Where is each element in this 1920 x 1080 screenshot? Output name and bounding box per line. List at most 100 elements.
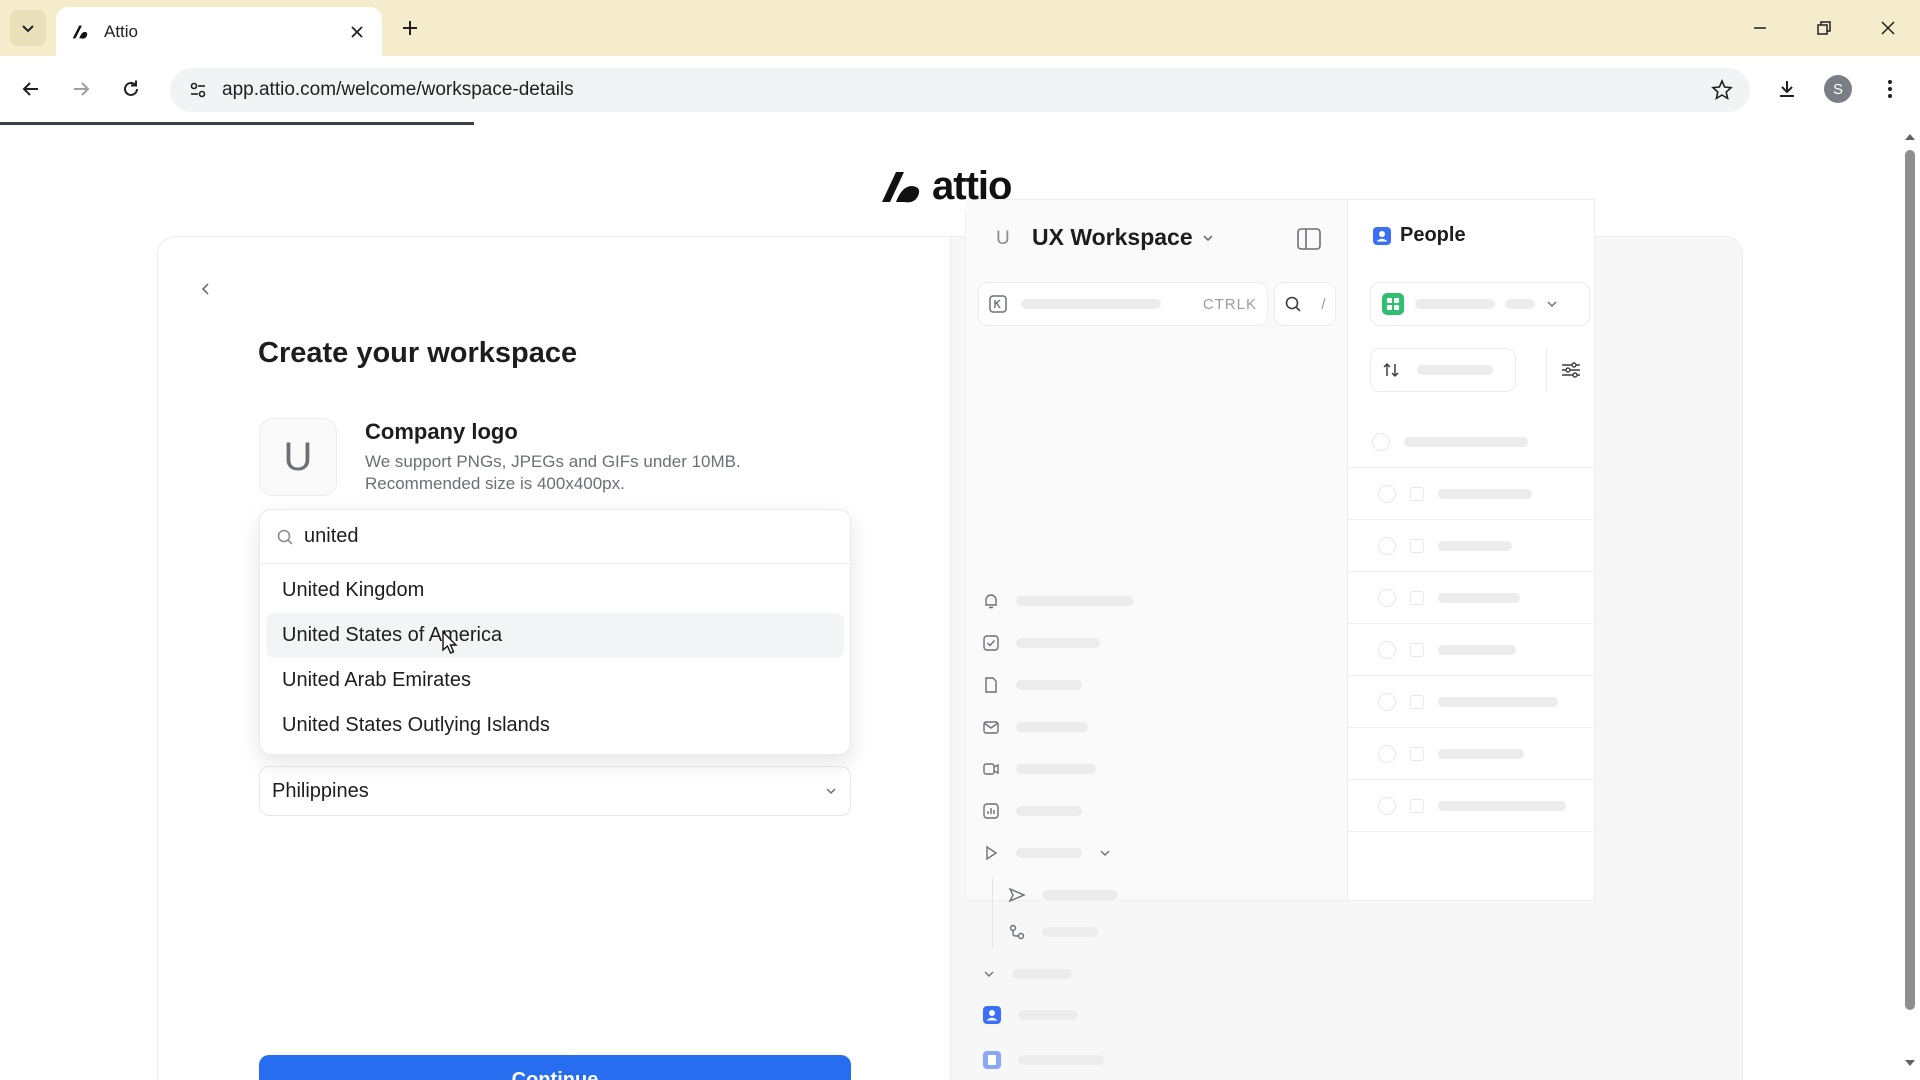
scroll-up-icon[interactable]: [1904, 132, 1916, 142]
url-text: app.attio.com/welcome/workspace-details: [222, 79, 574, 100]
arrow-left-icon: [22, 82, 38, 96]
bell-icon: [985, 594, 997, 609]
back-step-button[interactable]: [194, 277, 218, 301]
preview-search-box: /: [1274, 282, 1336, 326]
skeleton-bar: [1021, 299, 1161, 309]
country-search-input[interactable]: [304, 525, 784, 548]
restore-icon: [1817, 21, 1831, 35]
mail-icon: [983, 721, 999, 734]
tree-line: [992, 878, 993, 948]
preview-nav-item: [982, 631, 1100, 655]
mouse-cursor-icon: [442, 630, 458, 654]
send-icon: [1008, 887, 1026, 903]
chevron-down-icon: [826, 788, 836, 795]
tab-close-icon[interactable]: [346, 21, 368, 43]
tab-search-button[interactable]: [10, 10, 46, 46]
reload-icon: [124, 80, 138, 96]
attio-logo-icon: [882, 172, 920, 203]
attio-favicon-icon: [72, 25, 88, 39]
preview-main: People: [1348, 200, 1594, 900]
preview-quick-search: CTRLK: [978, 282, 1268, 326]
browser-menu-button[interactable]: [1873, 72, 1907, 106]
page-title: Create your workspace: [258, 337, 578, 369]
skeleton-bar: [1018, 1010, 1078, 1020]
skeleton-bar: [1016, 848, 1082, 858]
country-options: United Kingdom United States of America …: [260, 564, 850, 748]
preview-people-label: People: [1400, 224, 1466, 246]
skeleton-bar: [1016, 638, 1100, 648]
country-select[interactable]: Philippines: [259, 766, 851, 816]
page-scrollbar[interactable]: [1900, 128, 1920, 1080]
skeleton-bar: [1016, 596, 1134, 606]
plus-icon: [403, 21, 417, 35]
arrow-right-icon: [74, 82, 90, 96]
country-search: [260, 510, 850, 564]
preview-table-row: [1348, 520, 1594, 572]
chevron-down-icon: [1203, 234, 1213, 241]
skeleton-bar: [1016, 806, 1082, 816]
company-logo-upload[interactable]: U: [259, 418, 337, 496]
bookmark-star-icon[interactable]: [1708, 76, 1736, 104]
preview-nav-subitem: [1008, 920, 1098, 944]
preview-nav-item: [982, 589, 1134, 613]
profile-button[interactable]: S: [1821, 72, 1855, 106]
preview-filter-button: [1546, 348, 1594, 392]
preview-table-row: [1348, 468, 1594, 520]
scroll-down-icon[interactable]: [1904, 1058, 1916, 1068]
preview-nav-item: [982, 841, 1112, 865]
logo-help-line: Recommended size is 400x400px.: [365, 474, 625, 493]
close-window-button[interactable]: [1870, 12, 1906, 44]
company-logo-help: We support PNGs, JPEGs and GIFs under 10…: [365, 451, 785, 495]
preview-sort-button: [1370, 348, 1516, 392]
skeleton-bar: [1016, 680, 1082, 690]
checkbox-icon: [983, 635, 999, 651]
sort-icon: [1383, 362, 1399, 378]
country-option[interactable]: United Kingdom: [266, 568, 844, 613]
more-vertical-icon: [1888, 80, 1892, 98]
browser-toolbar: app.attio.com/welcome/workspace-details …: [0, 56, 1920, 122]
address-bar[interactable]: app.attio.com/welcome/workspace-details: [170, 68, 1750, 112]
continue-button[interactable]: Continue: [259, 1055, 851, 1080]
minimize-button[interactable]: [1742, 12, 1778, 44]
preview-people-header: People: [1372, 224, 1466, 247]
skeleton-bar: [1505, 299, 1535, 309]
document-icon: [985, 677, 997, 693]
command-k-icon: [989, 295, 1007, 313]
new-tab-button[interactable]: [396, 14, 424, 42]
preview-table-row: [1348, 676, 1594, 728]
preview-view-selector: [1370, 282, 1590, 326]
preview-table-row: [1348, 780, 1594, 832]
restore-button[interactable]: [1806, 12, 1842, 44]
skeleton-bar: [1016, 722, 1088, 732]
preview-nav-subitem: [1008, 883, 1118, 907]
skeleton-bar: [1042, 890, 1118, 900]
preview-table-row: [1348, 728, 1594, 780]
scroll-thumb[interactable]: [1905, 150, 1915, 1010]
preview-nav-item: [982, 1048, 1104, 1072]
chevron-down-icon: [984, 971, 994, 977]
preview-table-row: [1348, 624, 1594, 676]
chart-icon: [983, 803, 999, 819]
people-icon: [983, 1006, 1001, 1024]
back-button[interactable]: [14, 72, 48, 106]
preview-workspace-switcher: UX Workspace: [1032, 224, 1215, 251]
forward-button[interactable]: [64, 72, 98, 106]
preview-nav-item: [982, 715, 1088, 739]
country-option[interactable]: United States Outlying Islands: [266, 703, 844, 748]
preview-workspace-name: UX Workspace: [1032, 224, 1193, 250]
preview-table-header: [1348, 416, 1594, 468]
logo-help-line: We support PNGs, JPEGs and GIFs under 10…: [365, 452, 741, 471]
reload-button[interactable]: [114, 72, 148, 106]
chevron-down-icon: [1100, 850, 1110, 856]
filter-settings-icon: [1561, 362, 1580, 378]
country-option[interactable]: United States of America: [266, 613, 844, 658]
skeleton-bar: [1415, 299, 1495, 309]
skeleton-bar: [1016, 764, 1096, 774]
preview-nav-section: [982, 962, 1072, 986]
browser-tab-active[interactable]: Attio: [56, 7, 382, 56]
country-option[interactable]: United Arab Emirates: [266, 658, 844, 703]
skeleton-bar: [1012, 969, 1072, 979]
site-info-icon[interactable]: [184, 76, 212, 104]
close-icon: [1881, 21, 1895, 35]
downloads-button[interactable]: [1770, 72, 1804, 106]
